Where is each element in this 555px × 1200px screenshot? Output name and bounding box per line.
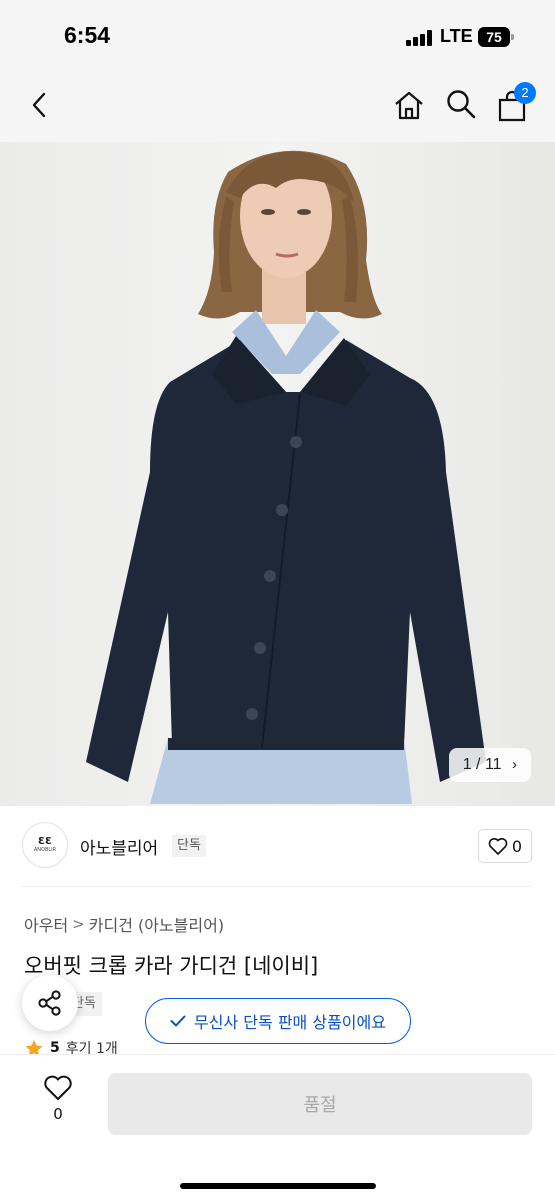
- home-indicator: [180, 1183, 376, 1189]
- share-icon: [38, 990, 61, 1016]
- exclusive-notice-pill[interactable]: 무신사 단독 판매 상품이에요: [145, 998, 411, 1044]
- chevron-right-icon: ›: [512, 756, 517, 773]
- battery-level: 75: [478, 27, 510, 47]
- breadcrumb-separator: >: [72, 915, 85, 933]
- brand-name[interactable]: 아노블리어: [80, 834, 158, 859]
- divider: [22, 886, 532, 887]
- home-icon: [395, 91, 423, 120]
- heart-icon: [488, 838, 508, 855]
- brand-logo[interactable]: ƐƐ ANOBLIR: [22, 822, 68, 868]
- brand-logo-mark: ƐƐ: [38, 835, 52, 847]
- breadcrumb: 아우터 > 카디건 (아노블리어): [24, 912, 224, 936]
- home-button[interactable]: [389, 85, 429, 125]
- share-button[interactable]: [22, 975, 78, 1031]
- wishlist-count: 0: [53, 1105, 63, 1123]
- heart-icon: [44, 1075, 72, 1100]
- brand-like-count: 0: [511, 836, 523, 856]
- product-title: 오버핏 크롭 카라 가디건 [네이비]: [24, 954, 319, 978]
- cart-count-badge: 2: [514, 82, 536, 104]
- brand-like-button[interactable]: 0: [478, 829, 532, 863]
- exclusive-tag: 단독: [172, 835, 206, 857]
- exclusive-notice-text: 무신사 단독 판매 상품이에요: [194, 1013, 386, 1032]
- cart-button[interactable]: 2: [492, 82, 536, 126]
- search-button[interactable]: [441, 84, 481, 124]
- battery-icon: 75: [478, 27, 514, 47]
- chevron-left-icon: [32, 92, 46, 118]
- status-bar: 6:54 LTE 75: [0, 0, 555, 72]
- top-nav: 2: [0, 72, 555, 142]
- image-counter[interactable]: 1 / 11 ›: [448, 748, 531, 782]
- check-icon: [170, 1015, 186, 1027]
- product-image[interactable]: 1 / 11 ›: [0, 142, 555, 806]
- image-counter-text: 1 / 11: [462, 756, 502, 773]
- model-photo: [86, 150, 486, 804]
- breadcrumb-item-outer[interactable]: 아우터: [24, 912, 68, 936]
- brand-row: ƐƐ ANOBLIR 아노블리어 단독 0: [22, 822, 534, 870]
- network-type: LTE: [440, 26, 473, 46]
- search-icon: [447, 90, 476, 119]
- brand-logo-text: ANOBLIR: [33, 846, 57, 853]
- status-time: 6:54: [64, 22, 111, 48]
- signal-icon: [406, 30, 434, 46]
- breadcrumb-item-cardigan[interactable]: 카디건 (아노블리어): [89, 912, 224, 936]
- back-button[interactable]: [20, 85, 60, 125]
- bottom-action-bar: 0 품절: [0, 1054, 555, 1200]
- soldout-button[interactable]: 품절: [108, 1073, 532, 1135]
- wishlist-button[interactable]: 0: [36, 1075, 80, 1135]
